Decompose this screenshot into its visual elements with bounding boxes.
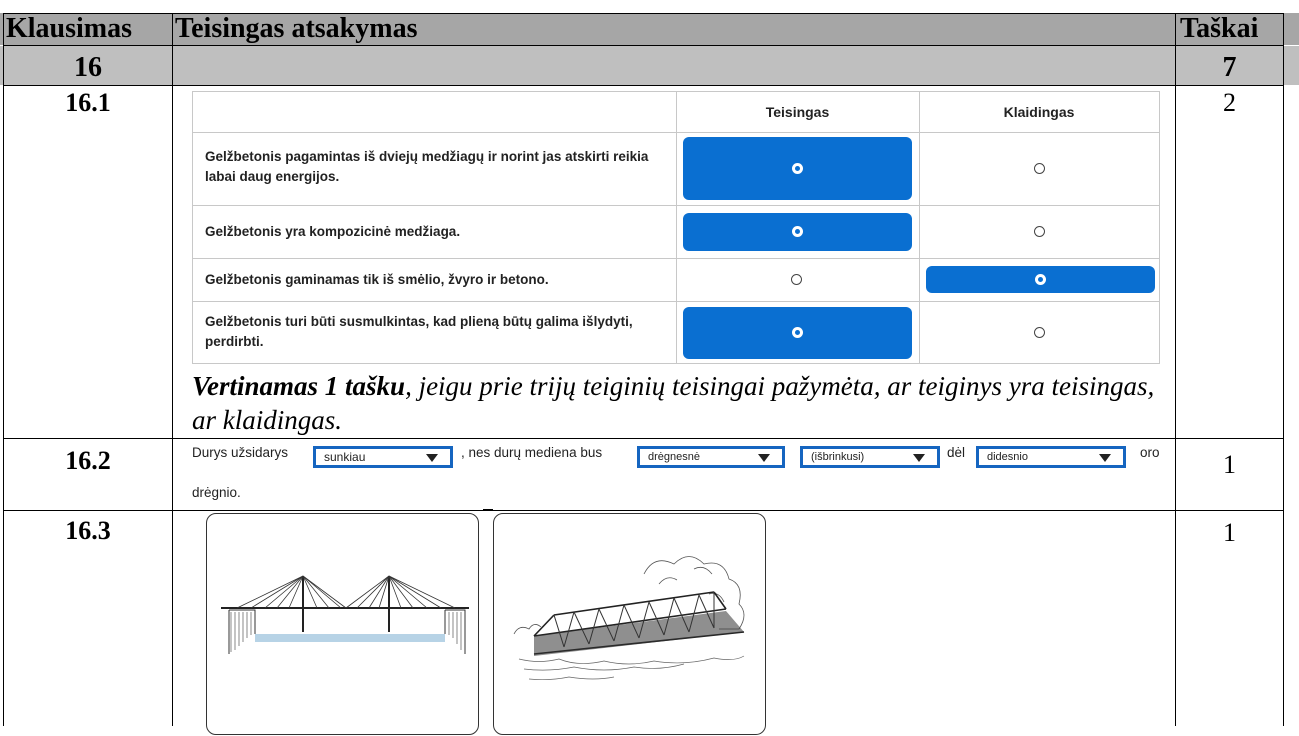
- chevron-down-icon: [758, 454, 770, 462]
- section-number: 16: [74, 52, 102, 83]
- scoring-note: Vertinamas 1 tašku, jeigu prie trijų tei…: [192, 369, 1172, 437]
- radio-selected-icon: [792, 327, 803, 338]
- radio-selected-icon: [1035, 274, 1046, 285]
- option-false-1[interactable]: [1034, 163, 1045, 174]
- dropdown-2-value: drėgnesnė: [648, 451, 700, 463]
- dropdown-2[interactable]: drėgnesnė: [637, 446, 785, 468]
- option-false-3[interactable]: [926, 266, 1155, 293]
- question-16-3-points: 1: [1223, 518, 1236, 547]
- radio-selected-icon: [792, 226, 803, 237]
- option-true-4[interactable]: [683, 307, 912, 359]
- header-points: Taškai: [1180, 13, 1259, 44]
- section-row: [0, 46, 1299, 85]
- option-false-2[interactable]: [1034, 226, 1045, 237]
- statement-1: Gelžbetonis pagamintas iš dviejų medžiag…: [205, 149, 649, 184]
- header-question: Klausimas: [6, 13, 133, 44]
- section-points: 7: [1222, 52, 1237, 83]
- question-16-2-number: 16.2: [65, 446, 111, 475]
- cable-stayed-bridge-drawing: [221, 575, 469, 654]
- sentence-part-5: drėgnio.: [192, 485, 241, 500]
- sentence-part-1: Durys užsidarys: [192, 445, 289, 460]
- header-answer: Teisingas atsakymas: [175, 13, 418, 44]
- dropdown-4[interactable]: didesnio: [976, 446, 1126, 468]
- scoring-note-bold: Vertinamas 1 tašku: [192, 371, 406, 401]
- statement-3: Gelžbetonis gaminamas tik iš smėlio, žvy…: [205, 272, 549, 287]
- sentence-part-3: dėl: [947, 445, 966, 460]
- option-false-4[interactable]: [1034, 327, 1045, 338]
- bridge-image-card-1[interactable]: [206, 513, 479, 735]
- statement-4: Gelžbetonis turi būti susmulkintas, kad …: [205, 314, 633, 349]
- question-16-1-number: 16.1: [65, 88, 111, 117]
- question-16-1-points: 2: [1223, 88, 1236, 117]
- dropdown-3-value: (išbrinkusi): [811, 451, 865, 463]
- question-16-2-points: 1: [1223, 450, 1236, 479]
- radio-selected-icon: [792, 163, 803, 174]
- dropdown-1-value: sunkiau: [324, 450, 366, 464]
- option-true-1[interactable]: [683, 137, 912, 200]
- dropdown-4-value: didesnio: [987, 451, 1028, 463]
- dropdown-1[interactable]: sunkiau: [313, 446, 453, 468]
- option-true-3[interactable]: [791, 274, 802, 285]
- sentence-part-4: oro: [1140, 445, 1160, 460]
- true-false-table: Teisingas Klaidingas Gelžbetonis pagamin…: [192, 91, 1160, 364]
- statement-2: Gelžbetonis yra kompozicinė medžiaga.: [205, 224, 461, 239]
- chevron-down-icon: [426, 454, 438, 462]
- column-header-true: Teisingas: [765, 104, 830, 120]
- sentence-part-2: , nes durų mediena bus: [461, 445, 603, 460]
- dropdown-3[interactable]: (išbrinkusi): [800, 446, 940, 468]
- question-16-3-number: 16.3: [65, 516, 111, 545]
- truss-bridge-drawing: [513, 556, 745, 681]
- column-header-false: Klaidingas: [1003, 104, 1075, 120]
- bridge-image-card-2[interactable]: [493, 513, 766, 735]
- chevron-down-icon: [1099, 454, 1111, 462]
- option-true-2[interactable]: [683, 213, 912, 251]
- chevron-down-icon: [913, 454, 925, 462]
